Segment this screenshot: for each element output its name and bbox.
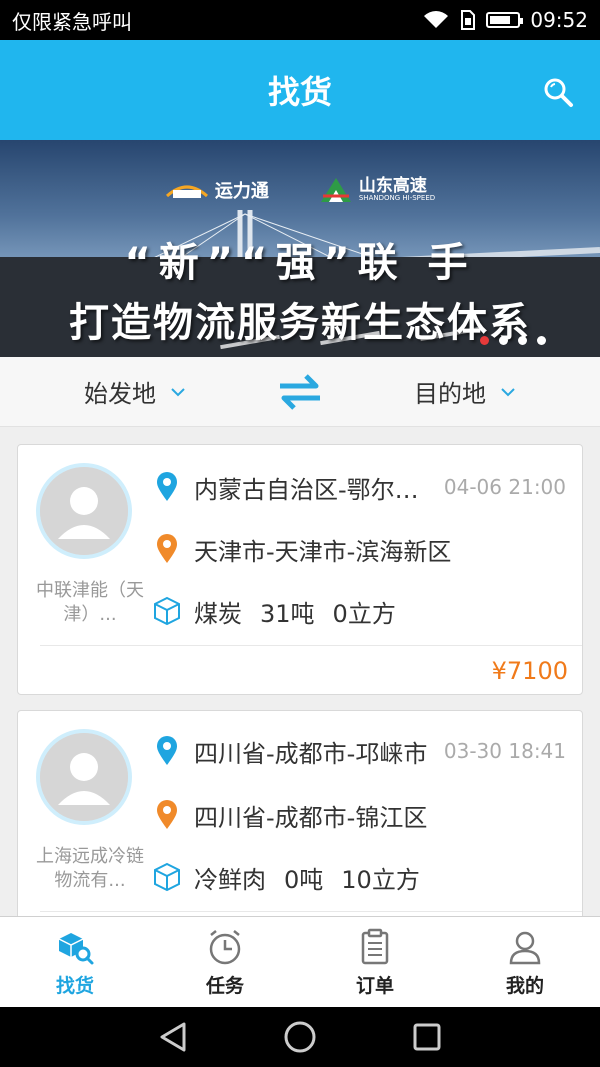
package-icon <box>154 862 180 892</box>
banner-slogan-line1: “新”“强”联 手 <box>124 240 476 286</box>
status-bar: 仅限紧急呼叫 09:52 <box>0 0 600 40</box>
tab-mine[interactable]: 我的 <box>450 917 600 1007</box>
tab-orders[interactable]: 订单 <box>300 917 450 1007</box>
origin-label: 始发地 <box>84 380 156 408</box>
chevron-down-icon <box>501 387 515 396</box>
user-placeholder-icon <box>40 733 128 821</box>
origin-address: 内蒙古自治区-鄂尔多斯市-东胜区 <box>194 475 434 504</box>
goods-name: 冷鲜肉 <box>194 865 266 894</box>
destination-address: 天津市-天津市-滨海新区 <box>194 537 452 566</box>
avatar <box>36 729 132 825</box>
publish-time: 04-06 21:00 <box>443 475 566 499</box>
publish-time: 03-30 18:41 <box>443 739 566 763</box>
origin-pin-icon <box>157 736 177 765</box>
sim-icon <box>461 10 476 30</box>
battery-icon <box>486 12 524 28</box>
system-nav-bar <box>0 1007 600 1067</box>
user-placeholder-icon <box>40 467 128 555</box>
app-header: 找货 <box>0 40 600 140</box>
cargo-listing-card[interactable]: 中联津能（天津）... 内蒙古自治区-鄂尔多斯市-东胜区 04-06 21:00… <box>17 444 583 695</box>
carousel-dot[interactable] <box>518 336 527 345</box>
avatar <box>36 463 132 559</box>
shandong-hispeed-logo: 山东高速 SHANDONG HI-SPEED <box>319 176 435 204</box>
company-name: 上海远成冷链物流有... <box>36 846 144 891</box>
home-icon[interactable] <box>283 1020 317 1054</box>
destination-dropdown[interactable]: 目的地 <box>330 374 600 409</box>
route-filter-bar: 始发地 目的地 <box>0 357 600 427</box>
yunlitong-logo: 运力通 <box>165 177 269 203</box>
search-icon[interactable] <box>542 76 574 108</box>
carousel-indicator <box>480 336 546 345</box>
company-name: 中联津能（天津）... <box>36 580 144 625</box>
destination-pin-icon <box>157 800 177 829</box>
clock-icon <box>209 929 241 964</box>
tab-find-goods[interactable]: 找货 <box>0 917 150 1007</box>
promo-banner[interactable]: 运力通 山东高速 SHANDONG HI-SPEED “新”“强”联 手 打造物… <box>0 140 600 357</box>
origin-dropdown[interactable]: 始发地 <box>0 374 270 409</box>
bottom-nav: 找货 任务 订单 我的 <box>0 916 600 1007</box>
clipboard-icon <box>361 928 389 964</box>
user-icon <box>509 931 541 964</box>
origin-address: 四川省-成都市-邛崃市 <box>194 739 428 768</box>
swap-icon <box>280 373 320 410</box>
page-title: 找货 <box>267 73 332 111</box>
back-icon[interactable] <box>158 1021 188 1053</box>
wifi-icon <box>424 11 449 28</box>
recents-icon[interactable] <box>412 1022 442 1052</box>
carousel-dot[interactable] <box>499 336 508 345</box>
goods-weight: 0吨 <box>284 865 324 894</box>
origin-pin-icon <box>157 472 177 501</box>
chevron-down-icon <box>171 387 185 396</box>
goods-name: 煤炭 <box>194 599 242 628</box>
goods-weight: 31吨 <box>260 599 315 628</box>
carousel-dot[interactable] <box>480 336 489 345</box>
tab-tasks[interactable]: 任务 <box>150 917 300 1007</box>
destination-pin-icon <box>157 534 177 563</box>
goods-volume: 10立方 <box>341 865 420 894</box>
swap-button[interactable] <box>270 372 330 412</box>
destination-label: 目的地 <box>414 380 486 408</box>
destination-address: 四川省-成都市-锦江区 <box>194 803 428 832</box>
goods-volume: 0立方 <box>332 599 396 628</box>
clock-time: 09:52 <box>530 8 588 32</box>
carousel-dot[interactable] <box>537 336 546 345</box>
freight-price: ¥7100 <box>491 657 568 685</box>
carrier-text: 仅限紧急呼叫 <box>12 9 132 34</box>
package-icon <box>154 596 180 626</box>
box-search-icon <box>58 932 94 964</box>
